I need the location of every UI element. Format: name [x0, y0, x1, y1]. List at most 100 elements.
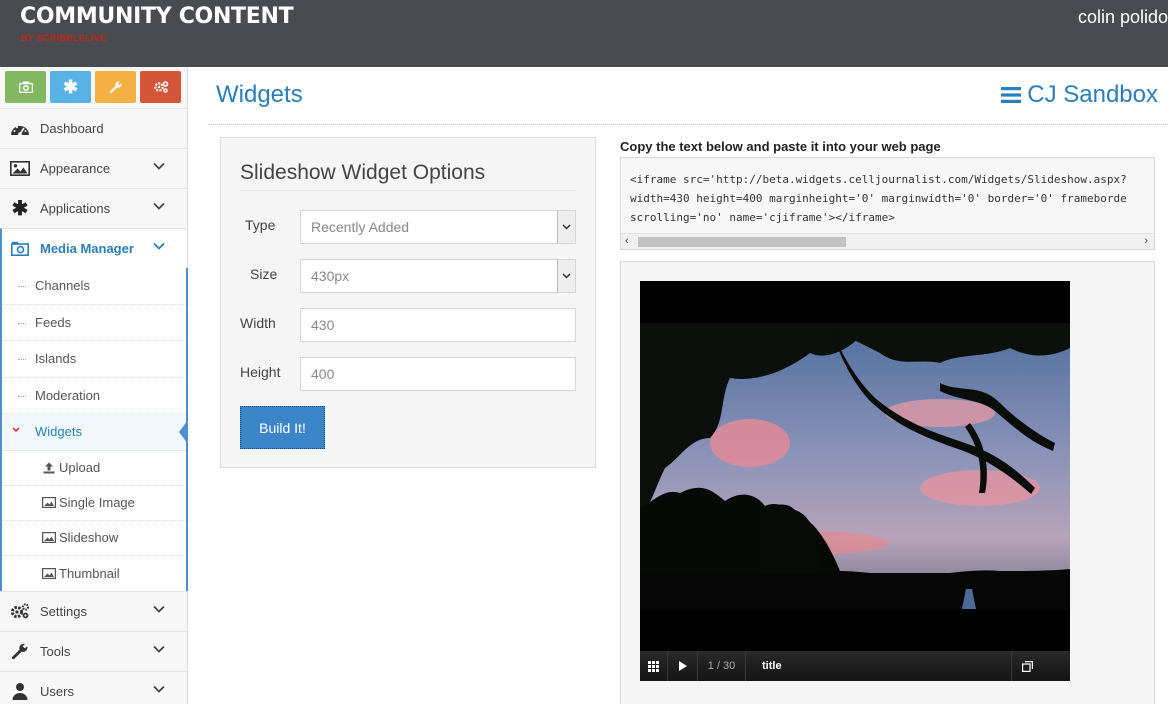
- sidebar-subitem-label: Moderation: [35, 387, 101, 403]
- player-control-bar: 1 / 30 title: [640, 651, 1070, 681]
- horizontal-scrollbar[interactable]: ‹ ›: [621, 233, 1154, 249]
- sidebar-subitem-islands[interactable]: Islands: [2, 341, 186, 378]
- sidebar: ✱ Dashboard Appearance ✱ Applications Me…: [0, 67, 188, 704]
- chevron-down-icon: [153, 605, 165, 613]
- type-select[interactable]: Recently Added: [300, 210, 576, 244]
- height-input-value: 400: [311, 366, 335, 382]
- menu-icon: [1001, 87, 1022, 103]
- tree-dash: [18, 286, 26, 287]
- sidebar-item-label: Appearance: [40, 161, 111, 176]
- height-input[interactable]: 400: [300, 357, 576, 391]
- scrollbar-thumb[interactable]: [638, 237, 846, 247]
- sidebar-item-media-manager[interactable]: Media Manager: [0, 228, 187, 268]
- slideshow-player[interactable]: 1 / 30 title: [640, 281, 1070, 681]
- build-it-button[interactable]: Build It!: [240, 406, 325, 449]
- width-input-value: 430: [311, 317, 335, 333]
- popout-icon: [1021, 660, 1033, 672]
- chevron-down-icon: [153, 202, 165, 210]
- sidebar-item-applications[interactable]: ✱ Applications: [0, 188, 187, 228]
- type-label: Type: [245, 217, 276, 233]
- brand-subtitle: BY SCRIBBLELIVE: [21, 33, 107, 43]
- gears-icon: [153, 81, 168, 93]
- sidebar-subitem-label: Slideshow: [59, 530, 119, 545]
- site-name: CJ Sandbox: [1027, 81, 1158, 108]
- page-title: Widgets: [216, 81, 303, 108]
- sidebar-shortcuts: ✱: [0, 67, 187, 108]
- grid-icon: [648, 660, 659, 672]
- chevron-down-icon: [562, 224, 571, 230]
- shortcut-tools-button[interactable]: [95, 71, 136, 103]
- size-select-value: 430px: [311, 268, 350, 284]
- sidebar-subitem-label: Single Image: [59, 495, 135, 510]
- chevron-down-icon: [153, 242, 165, 250]
- sidebar-subitem-thumbnail[interactable]: Thumbnail: [2, 556, 186, 591]
- dashboard-icon: [10, 119, 30, 139]
- options-title: Slideshow Widget Options: [240, 161, 486, 184]
- user-menu[interactable]: colin polido: [1078, 7, 1168, 28]
- active-pointer: [179, 420, 188, 444]
- top-header: COMMUNITY CONTENT BY SCRIBBLELIVE colin …: [0, 0, 1168, 67]
- widget-preview: 1 / 30 title: [620, 261, 1155, 704]
- embed-code[interactable]: <iframe src='http://beta.widgets.celljou…: [630, 170, 1127, 227]
- sidebar-item-tools[interactable]: Tools: [0, 630, 187, 671]
- height-label: Height: [240, 364, 281, 380]
- sidebar-subitem-feeds[interactable]: Feeds: [2, 305, 186, 341]
- sidebar-subitem-channels[interactable]: Channels: [2, 268, 186, 305]
- gears-icon: [10, 601, 30, 621]
- sidebar-item-label: Users: [40, 683, 74, 699]
- play-button[interactable]: [668, 651, 698, 681]
- camera-icon: [10, 239, 30, 259]
- shortcut-media-button[interactable]: [5, 71, 46, 103]
- options-divider: [240, 190, 576, 191]
- tree-dash: [18, 359, 26, 360]
- slide-image: [640, 323, 1070, 610]
- sidebar-item-label: Applications: [40, 201, 111, 216]
- sidebar-item-label: Tools: [40, 643, 71, 659]
- title-divider: [208, 124, 1168, 125]
- sidebar-subitem-widgets[interactable]: Widgets: [2, 414, 188, 451]
- site-switcher[interactable]: CJ Sandbox: [1001, 81, 1158, 109]
- sidebar-item-users[interactable]: Users: [0, 670, 187, 704]
- asterisk-icon: ✱: [11, 198, 29, 220]
- size-select[interactable]: 430px: [300, 259, 576, 293]
- sidebar-subitem-label: Channels: [35, 278, 90, 294]
- picture-icon: [10, 159, 30, 179]
- width-input[interactable]: 430: [300, 308, 576, 342]
- sidebar-subitem-label: Upload: [59, 460, 101, 475]
- tree-dash: [18, 322, 26, 324]
- control-bar-spacer: [1042, 651, 1070, 681]
- tree-dash: [18, 395, 26, 397]
- chevron-down-icon: [12, 427, 20, 432]
- slide-title: title: [746, 651, 1012, 681]
- popout-button[interactable]: [1012, 651, 1042, 681]
- scroll-right-icon[interactable]: ›: [1144, 235, 1148, 247]
- asterisk-icon: ✱: [62, 77, 79, 97]
- chevron-down-icon: [153, 685, 165, 693]
- grid-view-button[interactable]: [640, 651, 668, 681]
- brand-logo[interactable]: COMMUNITY CONTENT: [20, 4, 294, 29]
- sidebar-subitem-moderation[interactable]: Moderation: [2, 378, 186, 414]
- shortcut-settings-button[interactable]: [140, 71, 181, 103]
- upload-icon: [42, 461, 56, 475]
- shortcut-applications-button[interactable]: ✱: [50, 71, 91, 103]
- sidebar-item-dashboard[interactable]: Dashboard: [0, 108, 187, 148]
- sidebar-item-settings[interactable]: Settings: [0, 590, 187, 631]
- play-icon: [678, 661, 687, 671]
- chevron-down-icon: [153, 162, 165, 170]
- width-label: Width: [240, 315, 276, 331]
- sidebar-subitem-single-image[interactable]: Single Image: [2, 486, 186, 521]
- sidebar-subitem-slideshow[interactable]: Slideshow: [2, 521, 186, 556]
- sidebar-item-label: Dashboard: [40, 121, 104, 136]
- scroll-left-icon[interactable]: ‹: [625, 235, 629, 247]
- size-label: Size: [250, 266, 278, 282]
- sidebar-item-label: Media Manager: [40, 241, 134, 256]
- sidebar-item-appearance[interactable]: Appearance: [0, 148, 187, 188]
- select-arrow[interactable]: [557, 211, 575, 243]
- media-manager-submenu: Channels Feeds Islands Moderation Widget…: [0, 268, 188, 591]
- select-arrow[interactable]: [557, 260, 575, 292]
- picture-icon: [42, 531, 56, 545]
- embed-instruction: Copy the text below and paste it into yo…: [620, 139, 941, 154]
- chevron-down-icon: [562, 273, 571, 279]
- sidebar-subitem-upload[interactable]: Upload: [2, 451, 186, 486]
- embed-code-box[interactable]: <iframe src='http://beta.widgets.celljou…: [620, 157, 1155, 250]
